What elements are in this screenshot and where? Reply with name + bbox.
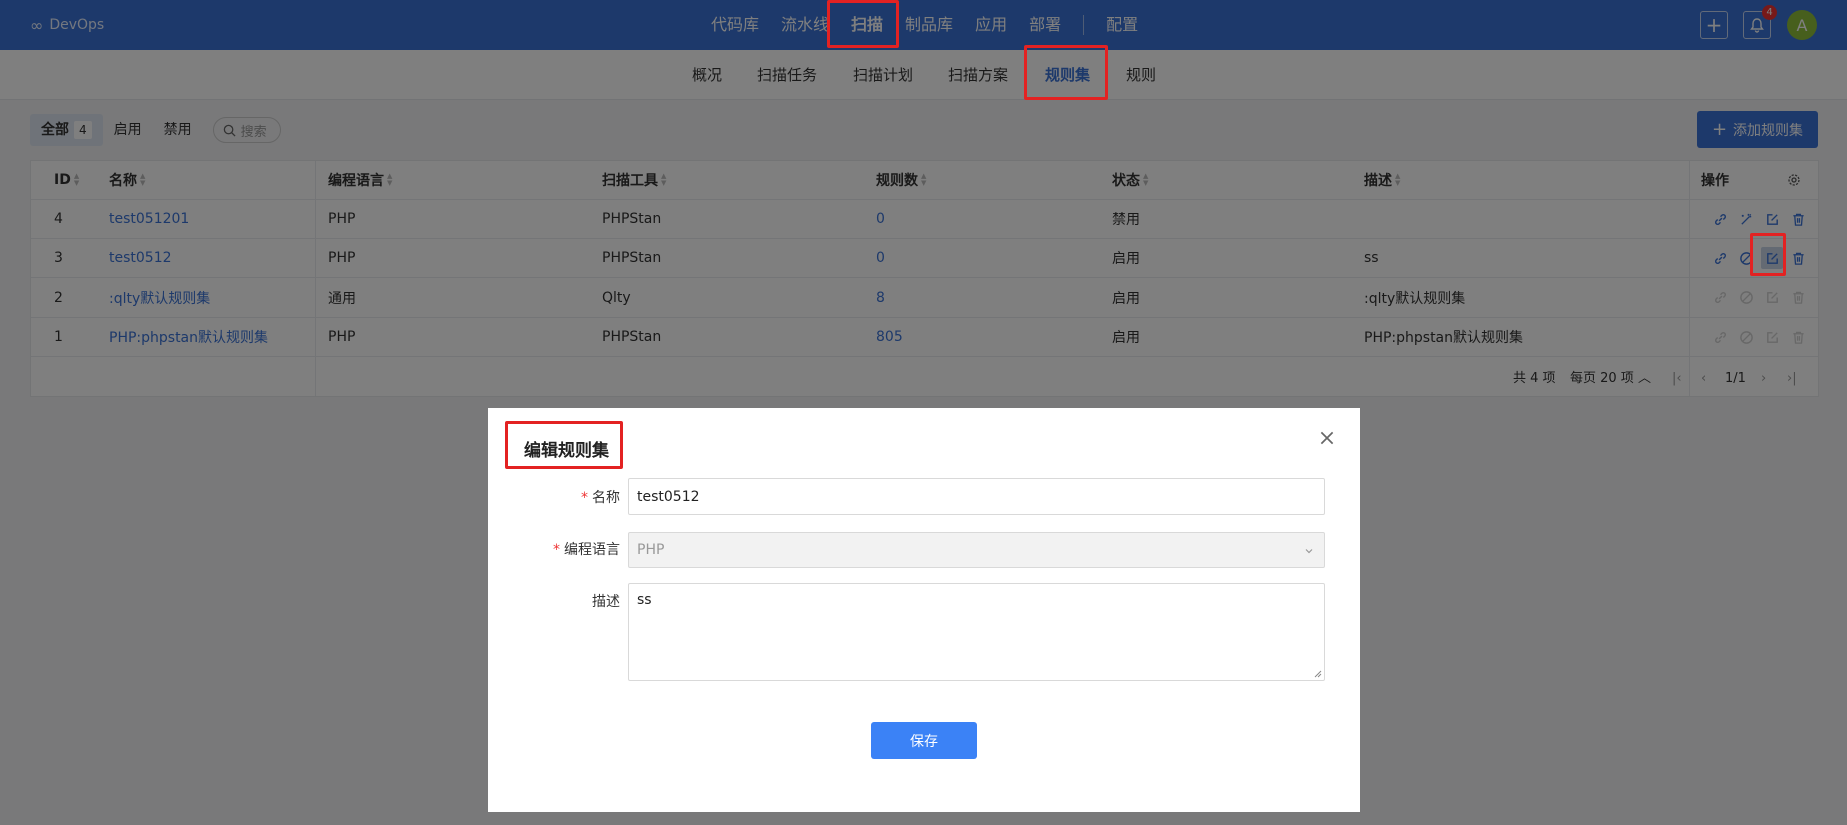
dialog-title: 编辑规则集 xyxy=(524,441,609,461)
description-field-label: 描述 xyxy=(592,594,620,610)
chevron-down-icon xyxy=(1305,549,1313,554)
close-button[interactable] xyxy=(1318,429,1338,449)
close-icon xyxy=(1320,431,1334,445)
description-textarea[interactable]: ss xyxy=(628,583,1325,681)
name-input[interactable]: test0512 xyxy=(628,478,1325,515)
language-field-label: * 编程语言 xyxy=(553,542,620,558)
edit-ruleset-dialog: 编辑规则集 * 名称 test0512 * 编程语言 PHP 描述 ss 保存 xyxy=(488,408,1360,812)
description-text: ss xyxy=(637,592,652,608)
save-button[interactable]: 保存 xyxy=(871,722,977,759)
language-select-value: PHP xyxy=(637,542,665,558)
language-select: PHP xyxy=(628,532,1325,568)
name-field-label: * 名称 xyxy=(581,490,620,506)
resize-handle-icon[interactable] xyxy=(1314,670,1322,678)
